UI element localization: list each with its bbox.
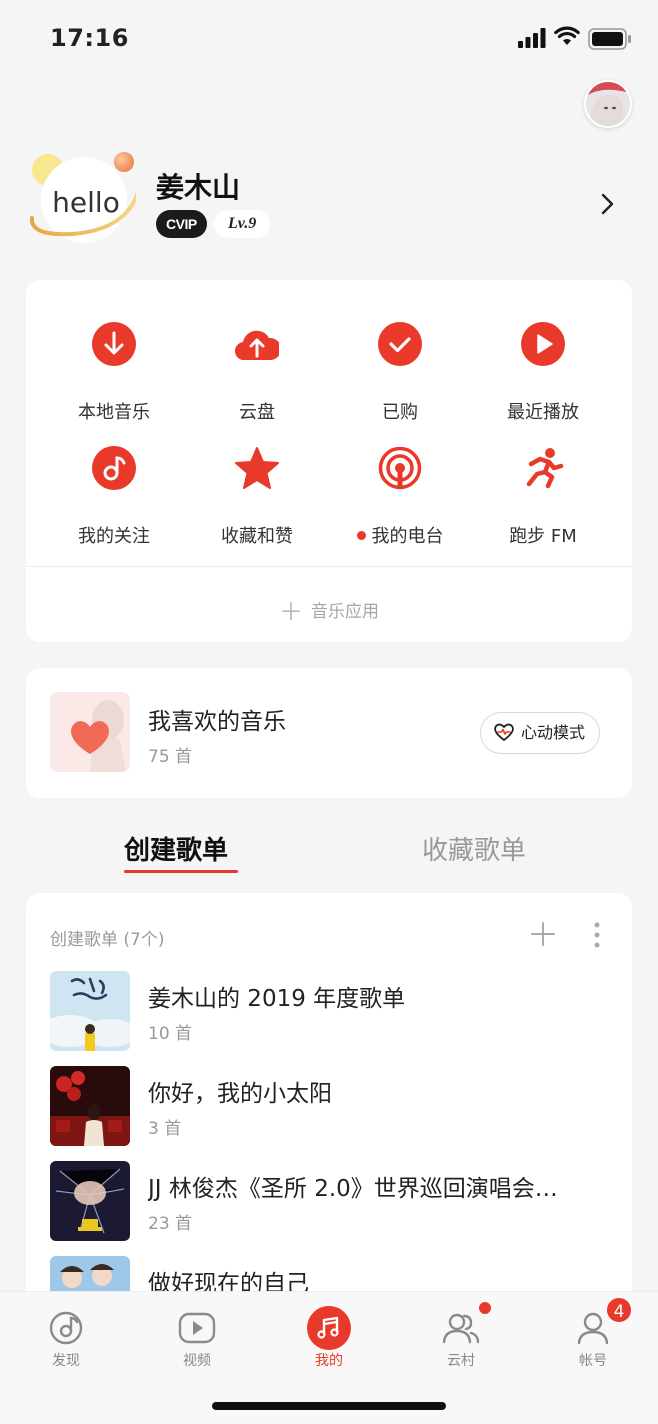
heartbeat-icon [494,723,514,741]
playlist-count: 10 首 [148,1024,193,1044]
heart-mode-button[interactable]: 心动模式 [480,712,601,754]
heart-cover-icon [50,692,130,772]
avatar-photo-icon [586,82,630,126]
playlist-count: 3 首 [148,1119,182,1139]
nav-account[interactable]: 4 帐号 [553,1292,633,1372]
grid-item-cloud[interactable]: 云盘 [187,302,327,423]
status-bar: 17:16 [0,0,658,80]
chevron-right-icon[interactable] [598,192,618,216]
divider [26,566,632,567]
playlist-header: 创建歌单 (7个) [50,930,165,950]
profile-avatar[interactable]: hello [26,148,136,248]
more-vertical-icon[interactable] [592,921,602,949]
grid-item-recent-play[interactable]: 最近播放 [473,302,613,423]
discover-icon [49,1311,83,1345]
community-icon [442,1313,480,1344]
plus-icon: ＋ [279,598,303,626]
grid-item-running-fm[interactable]: 跑步 FM [473,426,613,547]
battery-icon [588,28,631,50]
vip-badge[interactable]: CVIP [156,210,207,238]
playlist-row[interactable]: 姜木山的 2019 年度歌单 10 首 [50,971,632,1051]
star-icon [235,447,279,489]
playlist-count: 23 首 [148,1214,193,1234]
download-icon [92,322,136,366]
music-app-button[interactable]: ＋音乐应用 [26,592,632,627]
playlist-name: 姜木山的 2019 年度歌单 [148,986,406,1012]
grid-label: 已购 [382,402,418,423]
cloud-upload-icon [235,330,279,361]
home-indicator [212,1402,446,1410]
grid-item-my-radio[interactable]: 我的电台 [330,426,470,547]
profile-name[interactable]: 姜木山 [156,166,240,206]
grid-label: 本地音乐 [78,402,150,423]
nav-label: 帐号 [579,1353,607,1369]
liked-music-cover [50,692,130,772]
playlist-row[interactable]: JJ 林俊杰《圣所 2.0》世界巡回演唱会… 23 首 [50,1161,632,1241]
grid-label: 我的电台 [330,522,470,548]
tab-underline [124,870,238,873]
nav-label: 我的 [315,1353,343,1369]
nav-label: 视频 [183,1353,211,1369]
playlist-cover-art-icon [50,1161,130,1241]
tab-created-playlists[interactable]: 创建歌单 [124,830,228,867]
playlist-cover [50,971,130,1051]
grid-item-purchased[interactable]: 已购 [330,302,470,423]
grid-label: 跑步 FM [509,526,577,547]
status-time: 17:16 [50,24,129,52]
playlist-cover [50,1161,130,1241]
red-dot [356,530,366,540]
level-badge[interactable]: Lv.9 [214,210,271,238]
play-icon [521,322,565,366]
playlist-name: 你好，我的小太阳 [148,1081,332,1107]
nav-label: 云村 [447,1353,475,1369]
grid-item-favorites[interactable]: 收藏和赞 [187,426,327,547]
nav-community[interactable]: 云村 [421,1292,501,1372]
liked-music-count: 75 首 [148,747,193,767]
running-icon [526,448,564,489]
playlist-row[interactable]: 你好，我的小太阳 3 首 [50,1066,632,1146]
tab-collected-playlists[interactable]: 收藏歌单 [422,830,526,867]
grid-label: 云盘 [239,402,275,423]
nav-my-music[interactable]: 我的 [289,1292,369,1372]
nav-video[interactable]: 视频 [157,1292,237,1372]
grid-label: 我的关注 [78,526,150,547]
notification-badge: 4 [605,1296,633,1324]
profile-header[interactable]: hello 姜木山 CVIP Lv.9 [26,148,632,258]
grid-label: 最近播放 [507,402,579,423]
liked-music-title: 我喜欢的音乐 [148,709,286,735]
my-music-icon [307,1306,351,1350]
playlist-cover-art-icon [50,971,130,1051]
notification-dot [477,1300,493,1316]
nav-label: 发现 [52,1353,80,1369]
svg-text:hello: hello [52,186,120,219]
top-avatar[interactable] [584,80,632,128]
radio-icon [378,446,422,490]
grid-item-following[interactable]: 我的关注 [44,426,184,547]
playlist-cover [50,1066,130,1146]
playlist-name: JJ 林俊杰《圣所 2.0》世界巡回演唱会… [148,1176,558,1202]
wifi-icon [554,26,580,45]
grid-label: 收藏和赞 [221,526,293,547]
playlist-cover-art-icon [50,1066,130,1146]
video-icon [178,1312,216,1344]
nav-discover[interactable]: 发现 [26,1292,106,1372]
add-icon[interactable] [530,921,556,947]
signal-icon [518,28,546,48]
grid-item-local-music[interactable]: 本地音乐 [44,302,184,423]
check-icon [378,322,422,366]
quick-access-card: 本地音乐 云盘 已购 最近播放 我的关注 收藏和赞 我的电台 跑步 FM ＋ 音… [26,280,632,642]
music-note-icon [92,446,136,490]
liked-music-card[interactable]: 我喜欢的音乐 75 首 心动模式 [26,668,632,798]
playlist-card: 创建歌单 (7个) 姜木山的 2019 年度歌单 10 首 你好，我的小太阳 3… [26,893,632,1336]
